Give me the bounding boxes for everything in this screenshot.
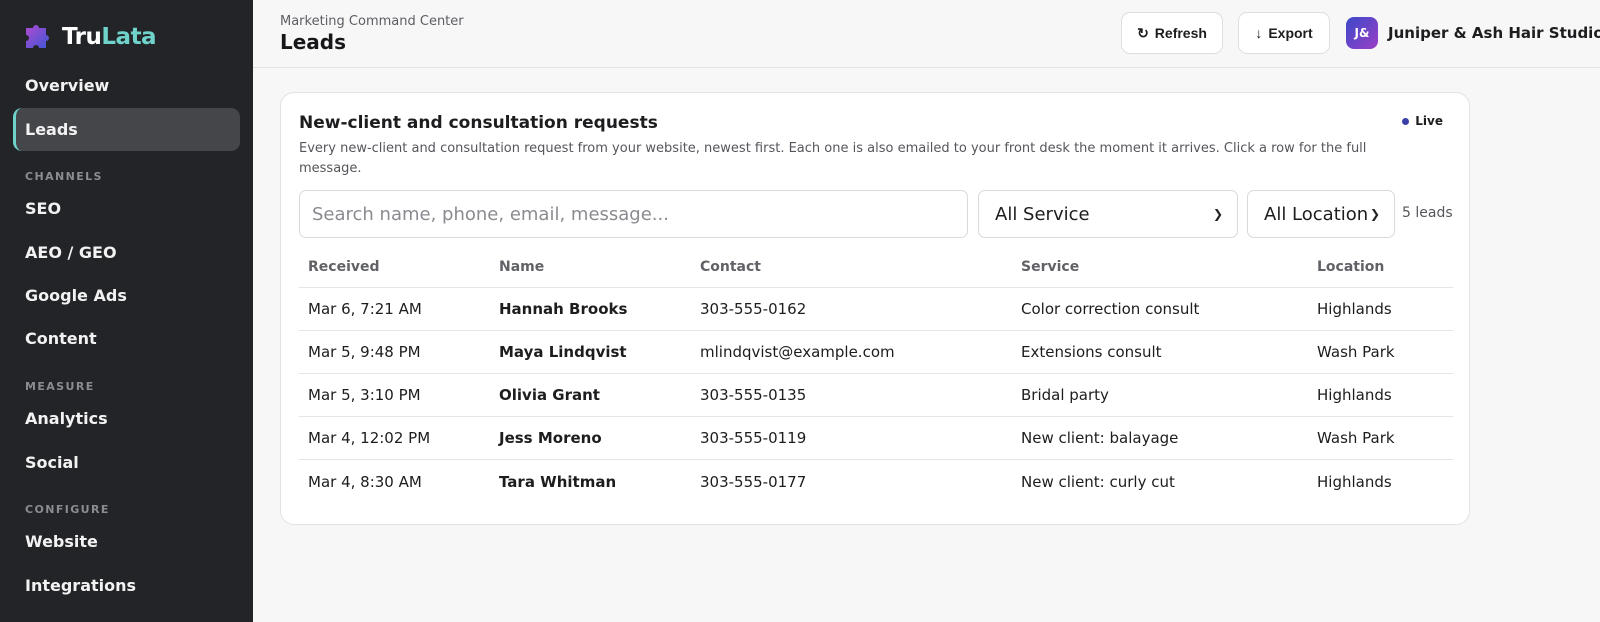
card-title: New-client and consultation requests — [299, 113, 658, 133]
leads-card: New-client and consultation requests Liv… — [280, 92, 1470, 525]
sidebar-item-overview[interactable]: Overview — [13, 64, 240, 107]
cell-received: Mar 6, 7:21 AM — [308, 300, 422, 318]
account-switcher[interactable]: J& Juniper & Ash Hair Studio — [1346, 17, 1600, 49]
service-filter-select[interactable]: All Service ❯ — [978, 190, 1238, 238]
sidebar-item-label: Leads — [25, 120, 78, 139]
chevron-down-icon: ❯ — [1369, 207, 1380, 221]
cell-received: Mar 5, 3:10 PM — [308, 386, 421, 404]
brand-name: TruLata — [62, 24, 157, 50]
column-header-location[interactable]: Location — [1317, 244, 1384, 287]
cell-received: Mar 4, 8:30 AM — [308, 472, 422, 491]
sidebar-item-aeo-geo[interactable]: AEO / GEO — [13, 231, 240, 274]
refresh-icon: ↻ — [1137, 24, 1149, 41]
column-header-service[interactable]: Service — [1021, 244, 1079, 287]
location-filter-value: All Location — [1264, 203, 1369, 225]
column-header-contact[interactable]: Contact — [700, 244, 761, 287]
chevron-down-icon: ❯ — [1212, 207, 1223, 221]
arrow-down-icon: ↓ — [1255, 25, 1263, 41]
cell-service: New client: balayage — [1021, 429, 1179, 447]
table-row[interactable]: Mar 5, 3:10 PM Olivia Grant 303-555-0135… — [299, 374, 1453, 417]
cell-service: Extensions consult — [1021, 343, 1162, 361]
sidebar-item-label: Integrations — [25, 576, 137, 595]
cell-location: Wash Park — [1317, 343, 1395, 361]
brand[interactable]: TruLata — [22, 20, 157, 54]
leads-table: Received Name Contact Service Location M… — [299, 244, 1453, 503]
live-label: Live — [1415, 114, 1443, 128]
sidebar-item-label: Overview — [25, 76, 110, 95]
sidebar-item-analytics[interactable]: Analytics — [13, 397, 240, 440]
sidebar-item-integrations[interactable]: Integrations — [13, 564, 240, 607]
sidebar-item-label: Content — [25, 329, 97, 348]
card-description: Every new-client and consultation reques… — [299, 141, 1367, 176]
cell-contact: 303-555-0177 — [700, 472, 807, 491]
sidebar-section-configure: CONFIGURE — [25, 503, 110, 516]
studio-name: Juniper & Ash Hair Studio — [1388, 24, 1600, 42]
sidebar-item-label: AEO / GEO — [25, 243, 117, 262]
sidebar-item-label: Google Ads — [25, 286, 127, 305]
table-row[interactable]: Mar 5, 9:48 PM Maya Lindqvist mlindqvist… — [299, 331, 1453, 374]
cell-location: Highlands — [1317, 300, 1392, 318]
sidebar-item-social[interactable]: Social — [13, 441, 240, 484]
top-header: Marketing Command Center Leads ↻ Refresh… — [253, 0, 1600, 68]
cell-name: Hannah Brooks — [499, 300, 628, 318]
sidebar-item-label: Website — [25, 532, 98, 551]
cell-location: Wash Park — [1317, 429, 1395, 447]
sidebar-item-label: Social — [25, 453, 79, 472]
export-label: Export — [1268, 25, 1313, 41]
sidebar-item-website[interactable]: Website — [13, 520, 240, 563]
table-header-row: Received Name Contact Service Location — [299, 244, 1453, 288]
sidebar-item-seo[interactable]: SEO — [13, 187, 240, 230]
live-indicator: Live — [1402, 114, 1443, 128]
sidebar-item-google-ads[interactable]: Google Ads — [13, 274, 240, 317]
cell-name: Tara Whitman — [499, 472, 617, 491]
page-title: Leads — [280, 30, 347, 54]
breadcrumb: Marketing Command Center — [280, 14, 464, 29]
cell-location: Highlands — [1317, 386, 1392, 404]
sidebar-item-content[interactable]: Content — [13, 317, 240, 360]
search-input[interactable] — [299, 190, 968, 238]
sidebar-section-measure: MEASURE — [25, 380, 95, 393]
cell-service: New client: curly cut — [1021, 472, 1175, 491]
cell-name: Olivia Grant — [499, 386, 600, 404]
sidebar-item-leads[interactable]: Leads — [13, 108, 240, 151]
cell-received: Mar 4, 12:02 PM — [308, 429, 431, 447]
sidebar: TruLata Overview Leads CHANNELS SEO AEO … — [0, 0, 253, 622]
column-header-name[interactable]: Name — [499, 244, 544, 287]
sidebar-item-label: SEO — [25, 199, 62, 218]
puzzle-logo-icon — [22, 22, 52, 52]
cell-service: Bridal party — [1021, 386, 1109, 404]
refresh-button[interactable]: ↻ Refresh — [1121, 12, 1223, 54]
cell-name: Jess Moreno — [499, 429, 602, 447]
sidebar-item-label: Analytics — [25, 409, 108, 428]
export-button[interactable]: ↓ Export — [1238, 12, 1330, 54]
cell-name: Maya Lindqvist — [499, 343, 627, 361]
table-row[interactable]: Mar 6, 7:21 AM Hannah Brooks 303-555-016… — [299, 288, 1453, 331]
cell-contact: mlindqvist@example.com — [700, 343, 895, 361]
cell-contact: 303-555-0162 — [700, 300, 807, 318]
live-dot-icon — [1402, 117, 1410, 125]
cell-contact: 303-555-0135 — [700, 386, 807, 404]
sidebar-section-channels: CHANNELS — [25, 170, 103, 183]
cell-received: Mar 5, 9:48 PM — [308, 343, 421, 361]
service-filter-value: All Service — [995, 203, 1090, 225]
cell-location: Highlands — [1317, 472, 1392, 491]
cell-contact: 303-555-0119 — [700, 429, 807, 447]
table-row[interactable]: Mar 4, 8:30 AM Tara Whitman 303-555-0177… — [299, 460, 1453, 503]
location-filter-select[interactable]: All Location ❯ — [1247, 190, 1395, 238]
cell-service: Color correction consult — [1021, 300, 1200, 318]
column-header-received[interactable]: Received — [308, 244, 380, 287]
refresh-label: Refresh — [1154, 25, 1207, 41]
table-row[interactable]: Mar 4, 12:02 PM Jess Moreno 303-555-0119… — [299, 417, 1453, 460]
lead-count: 5 leads — [1402, 205, 1453, 221]
avatar: J& — [1346, 17, 1378, 49]
